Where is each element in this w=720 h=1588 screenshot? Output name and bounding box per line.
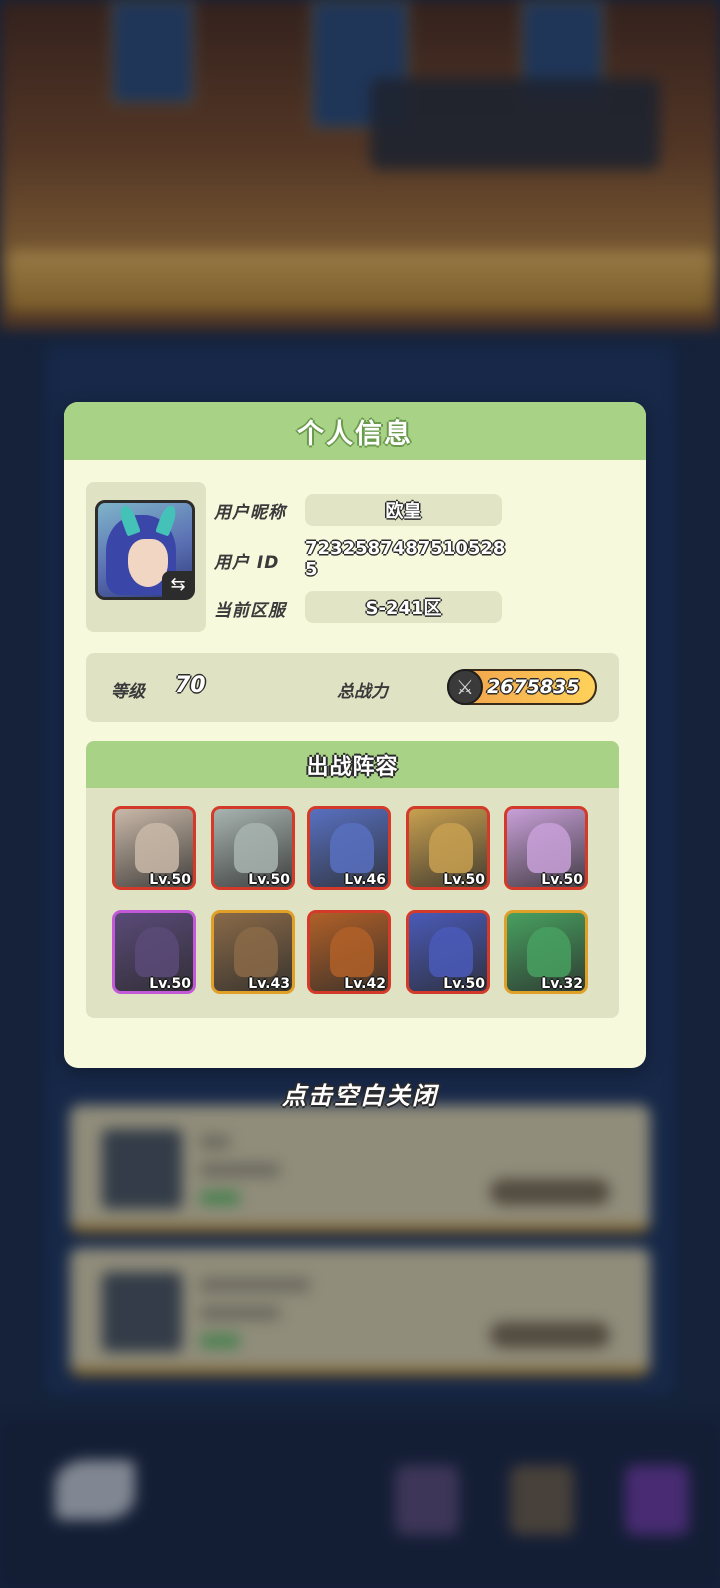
avatar-panel: ⇆	[86, 482, 206, 632]
hero-level: Lv.50	[541, 872, 583, 888]
hero-level: Lv.50	[443, 872, 485, 888]
hero-card[interactable]: Lv.50	[112, 910, 196, 994]
swap-icon[interactable]: ⇆	[162, 571, 192, 597]
power-badge: ⚔ 2675835	[447, 669, 597, 705]
modal-header: 个人信息	[64, 402, 646, 460]
user-id-value: 7232587487510528​5	[305, 538, 506, 580]
lineup-title: 出战阵容	[306, 754, 399, 780]
level-value: 70	[175, 673, 206, 698]
hero-card[interactable]: Lv.50	[504, 806, 588, 890]
hero-card[interactable]: Lv.50	[112, 806, 196, 890]
server-value: S-241区	[305, 591, 502, 623]
hero-level: Lv.43	[248, 976, 290, 992]
hero-level: Lv.50	[149, 976, 191, 992]
hero-level: Lv.46	[344, 872, 386, 888]
close-hint: 点击空白关闭	[282, 1082, 438, 1110]
modal-title: 个人信息	[297, 418, 413, 450]
user-id-label: 用户 ID	[214, 553, 280, 573]
power-value: 2675835	[487, 676, 580, 698]
hero-card[interactable]: Lv.46	[307, 806, 391, 890]
hero-level: Lv.50	[248, 872, 290, 888]
hero-level: Lv.32	[541, 976, 583, 992]
hero-card[interactable]: Lv.32	[504, 910, 588, 994]
hero-card[interactable]: Lv.43	[211, 910, 295, 994]
hero-level: Lv.42	[344, 976, 386, 992]
server-label: 当前区服	[214, 601, 286, 621]
hero-card[interactable]: Lv.50	[406, 910, 490, 994]
profile-modal: 个人信息 ⇆ 用户昵称 欧皇 用户 ID 7232587487510528​5 …	[64, 402, 646, 1068]
hero-level: Lv.50	[149, 872, 191, 888]
nickname-label: 用户昵称	[214, 503, 286, 523]
level-label: 等级	[111, 682, 145, 702]
hero-level: Lv.50	[443, 976, 485, 992]
hero-card[interactable]: Lv.42	[307, 910, 391, 994]
hero-card[interactable]: Lv.50	[406, 806, 490, 890]
avatar[interactable]: ⇆	[95, 500, 195, 600]
stats-row: 等级 70 总战力 ⚔ 2675835	[86, 653, 619, 722]
crossed-swords-icon: ⚔	[447, 669, 483, 705]
lineup-header: 出战阵容	[86, 741, 619, 788]
nickname-value: 欧皇	[305, 494, 502, 526]
hero-card[interactable]: Lv.50	[211, 806, 295, 890]
battle-lineup: 出战阵容 Lv.50 Lv.50 Lv.46 Lv.50 Lv.50 Lv.50 Lv.43…	[86, 741, 619, 1018]
power-label: 总战力	[337, 682, 388, 702]
